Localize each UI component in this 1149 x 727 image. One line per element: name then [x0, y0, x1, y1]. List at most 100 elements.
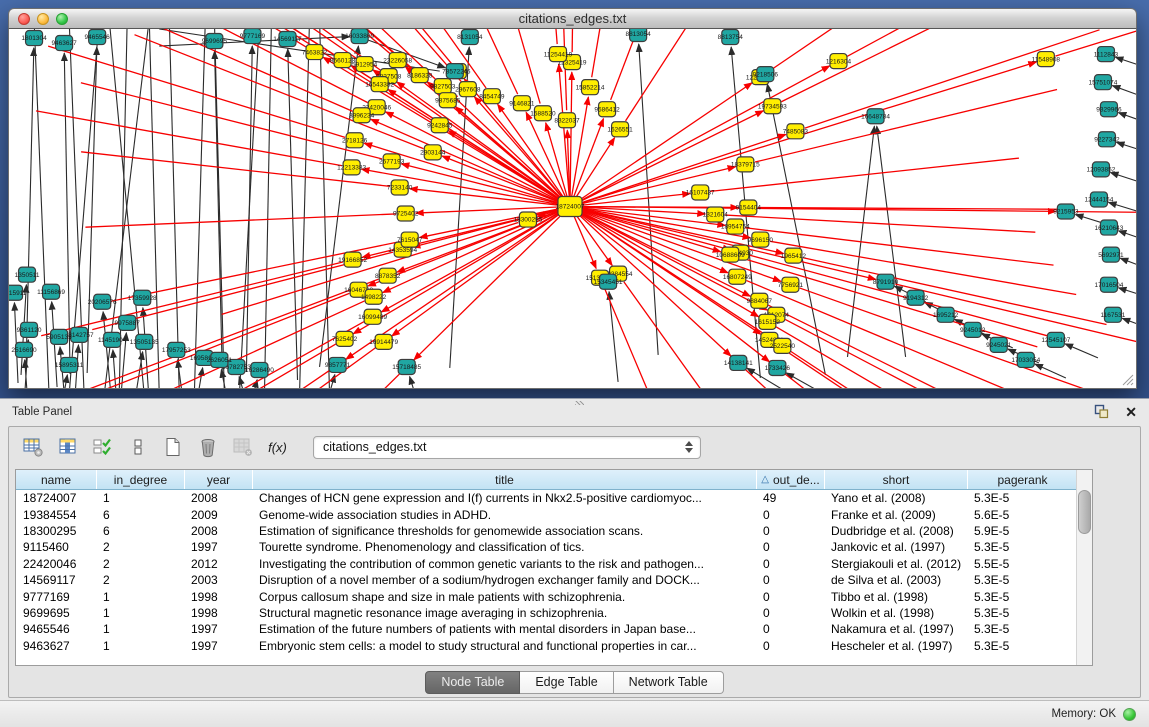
graph-node[interactable]: 9227342 [1094, 132, 1120, 147]
graph-edge[interactable] [414, 206, 570, 359]
graph-edge[interactable] [1116, 142, 1136, 153]
table-cell[interactable]: 5.3E-5 [967, 639, 1076, 653]
graph-edge[interactable] [609, 292, 618, 382]
graph-node[interactable]: 12545107 [1041, 332, 1070, 347]
graph-node[interactable]: 9154404 [736, 200, 762, 215]
graph-node[interactable]: 1167531 [1101, 307, 1126, 322]
table-cell[interactable]: 2003 [184, 573, 252, 587]
graph-edge[interactable] [194, 29, 205, 388]
graph-edge[interactable] [113, 350, 116, 388]
table-cell[interactable]: 6 [96, 524, 184, 538]
graph-node[interactable]: 15751074 [1088, 75, 1117, 90]
graph-node[interactable]: 12213383 [337, 160, 366, 175]
graph-edge[interactable] [1122, 318, 1136, 330]
graph-node[interactable]: 3915911 [9, 285, 27, 300]
graph-node[interactable]: 17016504 [1094, 277, 1123, 292]
table-cell[interactable]: Jankovic et al. (1997) [824, 540, 967, 554]
graph-node[interactable]: 9361120 [17, 322, 42, 337]
graph-node[interactable]: 9463627 [51, 36, 77, 51]
table-cell[interactable]: Corpus callosum shape and size in male p… [252, 590, 756, 604]
table-cell[interactable]: 5.3E-5 [967, 491, 1076, 505]
graph-node[interactable]: 17957253 [162, 342, 191, 357]
float-panel-icon[interactable] [1094, 404, 1109, 419]
column-header-out_de[interactable]: △out_de... [756, 470, 824, 489]
table-row[interactable]: 1872400712008Changes of HCN gene express… [16, 490, 1076, 506]
column-header-name[interactable]: name [16, 470, 96, 489]
graph-edge[interactable] [570, 167, 736, 207]
graph-node[interactable]: 8791910 [873, 274, 899, 289]
table-cell[interactable]: Estimation of the future numbers of pati… [252, 622, 756, 636]
graph-edge[interactable] [474, 97, 570, 207]
graph-node[interactable]: 9975887 [115, 315, 141, 330]
table-cell[interactable]: Genome-wide association studies in ADHD. [252, 508, 756, 522]
graph-node[interactable]: 9699695 [202, 34, 228, 49]
graph-node[interactable]: 12093852 [1086, 162, 1115, 177]
graph-edge[interactable] [64, 53, 70, 374]
graph-edge[interactable] [81, 83, 382, 159]
memory-ok-icon[interactable] [1123, 708, 1136, 721]
graph-edge[interactable] [40, 29, 306, 47]
table-row[interactable]: 969969511998Structural magnetic resonanc… [16, 605, 1076, 621]
table-cell[interactable]: 0 [756, 573, 824, 587]
table-cell[interactable]: 9463627 [16, 639, 96, 653]
graph-node[interactable]: 18724007 [556, 196, 585, 216]
graph-edge[interactable] [740, 258, 1037, 347]
new-table-icon[interactable] [159, 434, 186, 461]
table-cell[interactable]: 0 [756, 622, 824, 636]
table-cell[interactable]: 5.3E-5 [967, 540, 1076, 554]
table-cell[interactable]: 5.3E-5 [967, 590, 1076, 604]
graph-edge[interactable] [1076, 212, 1136, 215]
table-cell[interactable]: 2 [96, 557, 184, 571]
table-cell[interactable]: Tibbo et al. (1998) [824, 590, 967, 604]
graph-node[interactable]: 8131054 [457, 30, 483, 45]
graph-node[interactable]: 9465546 [85, 30, 111, 45]
table-cell[interactable]: Investigating the contribution of common… [252, 557, 756, 571]
network-canvas-svg[interactable]: 7463822866012859129542322605898275088186… [9, 29, 1136, 388]
table-row[interactable]: 1938455462009Genome-wide association stu… [16, 506, 1076, 522]
graph-node[interactable]: 5912954 [352, 57, 378, 72]
table-cell[interactable]: 0 [756, 557, 824, 571]
table-vertical-scrollbar[interactable] [1076, 470, 1092, 665]
graph-edge[interactable] [570, 83, 752, 207]
graph-edge[interactable] [1118, 231, 1136, 243]
graph-edge[interactable] [847, 29, 1120, 56]
graph-node[interactable]: 1112843 [1094, 47, 1119, 62]
table-cell[interactable]: 9777169 [16, 590, 96, 604]
table-cell[interactable]: 2 [96, 540, 184, 554]
graph-node[interactable]: 2718126 [342, 133, 368, 148]
table-row[interactable]: 977716911998Corpus callosum shape and si… [16, 588, 1076, 604]
table-cell[interactable]: 5.5E-5 [967, 557, 1076, 571]
table-cell[interactable]: Yano et al. (2008) [824, 491, 967, 505]
graph-edge[interactable] [1110, 172, 1136, 184]
table-cell[interactable]: 5.3E-5 [967, 606, 1076, 620]
graph-edge[interactable] [64, 375, 67, 388]
table-cell[interactable]: Embryonic stem cells: a model to study s… [252, 639, 756, 653]
tab-network-table[interactable]: Network Table [614, 671, 724, 694]
graph-edge[interactable] [781, 29, 1059, 102]
graph-node[interactable]: 1801304 [21, 31, 47, 46]
show-columns-icon[interactable] [54, 434, 81, 461]
table-row[interactable]: 911546021997Tourette syndrome. Phenomeno… [16, 539, 1076, 555]
graph-node[interactable]: 9146821 [509, 96, 535, 111]
table-cell[interactable]: 1 [96, 639, 184, 653]
graph-node[interactable]: 7485083 [783, 124, 809, 139]
graph-node[interactable]: 1626551 [607, 122, 633, 137]
table-cell[interactable]: 1997 [184, 540, 252, 554]
graph-node[interactable]: 18954754 [721, 219, 750, 234]
column-header-short[interactable]: short [824, 470, 967, 489]
table-row[interactable]: 1830029562008Estimation of significance … [16, 523, 1076, 539]
graph-edge[interactable] [392, 206, 570, 335]
function-builder-icon[interactable]: f(x) [264, 434, 291, 461]
graph-edge[interactable] [570, 72, 572, 206]
graph-edge[interactable] [785, 374, 1030, 388]
graph-node[interactable]: 9857771 [325, 357, 351, 372]
graph-edge[interactable] [178, 374, 400, 388]
window-resize-grip[interactable] [1121, 373, 1134, 386]
table-cell[interactable]: 0 [756, 524, 824, 538]
table-cell[interactable]: 1 [96, 622, 184, 636]
graph-node[interactable]: 14569117 [273, 32, 302, 47]
table-cell[interactable]: Tourette syndrome. Phenomenology and cla… [252, 540, 756, 554]
table-cell[interactable]: 18300295 [16, 524, 96, 538]
graph-edge[interactable] [264, 29, 271, 388]
graph-edge[interactable] [572, 29, 576, 52]
